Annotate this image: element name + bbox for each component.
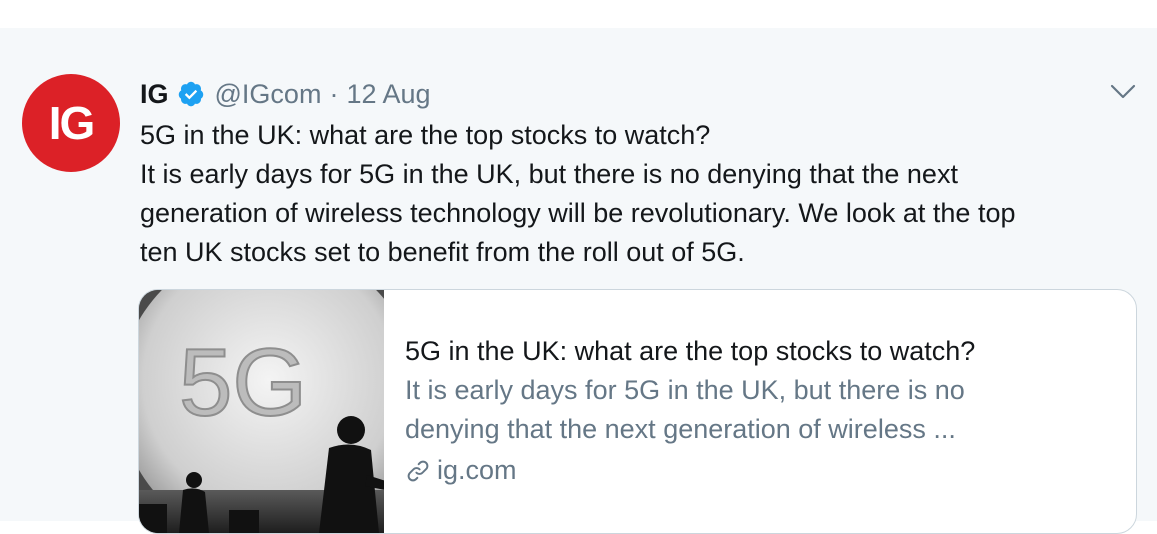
tweet-text: 5G in the UK: what are the top stocks to… <box>140 116 1140 272</box>
chevron-down-icon[interactable] <box>1110 84 1136 100</box>
tweet-text-line: 5G in the UK: what are the top stocks to… <box>140 120 711 150</box>
card-description-line: It is early days for 5G in the UK, but t… <box>405 375 965 405</box>
author-name[interactable]: IG <box>140 79 169 110</box>
tweet-text-line: It is early days for 5G in the UK, but t… <box>140 159 958 189</box>
tweet[interactable]: IG IG @IGcom · 12 Aug 5G in the UK: what… <box>0 28 1157 534</box>
avatar[interactable]: IG <box>22 74 120 172</box>
link-icon <box>407 460 429 481</box>
tweet-text-line: ten UK stocks set to benefit from the ro… <box>140 237 745 267</box>
card-domain[interactable]: ig.com <box>405 451 1105 490</box>
link-preview-card[interactable]: 5G 5G in the UK: what are the top stocks… <box>138 289 1137 534</box>
tweet-text-line: generation of wireless technology will b… <box>140 198 1016 228</box>
card-body: 5G in the UK: what are the top stocks to… <box>405 332 1105 490</box>
card-description-line: denying that the next generation of wire… <box>405 414 956 444</box>
avatar-logo-text: IG <box>48 97 96 149</box>
header-separator: · <box>329 78 339 109</box>
card-image-graphic: 5G <box>139 290 384 533</box>
card-image[interactable]: 5G <box>139 290 384 533</box>
tweet-header: IG @IGcom · 12 Aug <box>140 76 431 112</box>
card-title[interactable]: 5G in the UK: what are the top stocks to… <box>405 332 1105 371</box>
card-image-text: 5G <box>179 329 307 436</box>
author-handle[interactable]: @IGcom <box>215 79 322 110</box>
verified-badge-icon <box>178 81 203 107</box>
tweet-date[interactable]: 12 Aug <box>346 79 430 110</box>
card-description: It is early days for 5G in the UK, but t… <box>405 371 1105 449</box>
card-domain-text: ig.com <box>437 455 517 485</box>
